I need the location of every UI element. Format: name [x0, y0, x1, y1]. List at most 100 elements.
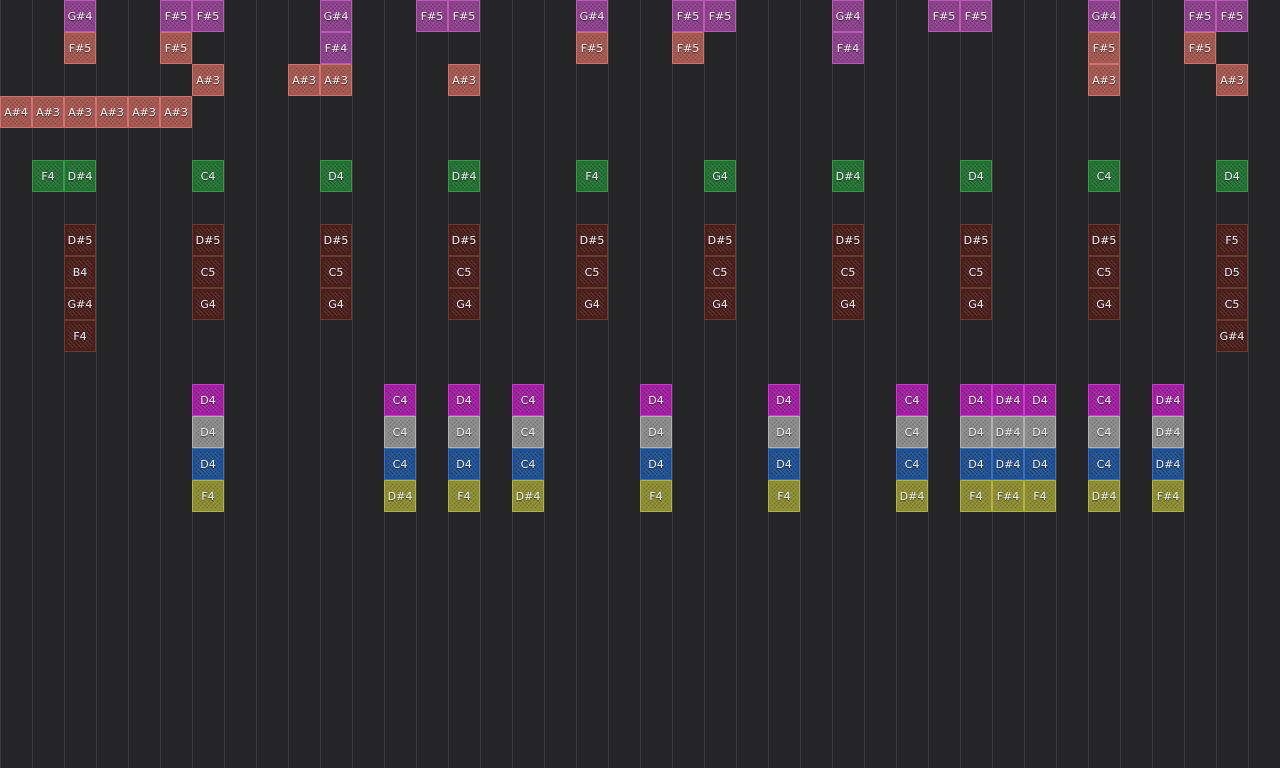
- note-block[interactable]: G4: [1088, 288, 1120, 320]
- note-block[interactable]: C5: [704, 256, 736, 288]
- note-block[interactable]: C5: [960, 256, 992, 288]
- note-block[interactable]: A#3: [1216, 64, 1248, 96]
- note-block[interactable]: D4: [1216, 160, 1248, 192]
- note-block[interactable]: F#5: [672, 0, 704, 32]
- note-block[interactable]: D4: [640, 384, 672, 416]
- note-block[interactable]: D4: [192, 416, 224, 448]
- note-block[interactable]: D#5: [960, 224, 992, 256]
- note-block[interactable]: A#3: [32, 96, 64, 128]
- note-block[interactable]: D#4: [1152, 448, 1184, 480]
- note-block[interactable]: C5: [192, 256, 224, 288]
- note-block[interactable]: C5: [832, 256, 864, 288]
- note-block[interactable]: D4: [960, 384, 992, 416]
- note-block[interactable]: D#5: [64, 224, 96, 256]
- note-block[interactable]: D4: [960, 416, 992, 448]
- note-block[interactable]: G4: [704, 160, 736, 192]
- note-block[interactable]: C4: [896, 384, 928, 416]
- note-block[interactable]: D4: [192, 384, 224, 416]
- note-block[interactable]: F#5: [160, 32, 192, 64]
- note-block[interactable]: C4: [384, 384, 416, 416]
- note-block[interactable]: D#4: [992, 448, 1024, 480]
- note-block[interactable]: F#5: [960, 0, 992, 32]
- note-block[interactable]: F4: [1024, 480, 1056, 512]
- note-block[interactable]: A#3: [128, 96, 160, 128]
- note-block[interactable]: F#5: [1216, 0, 1248, 32]
- note-block[interactable]: A#4: [0, 96, 32, 128]
- note-block[interactable]: D#5: [1088, 224, 1120, 256]
- note-block[interactable]: F#5: [672, 32, 704, 64]
- note-block[interactable]: C4: [512, 416, 544, 448]
- note-block[interactable]: D4: [768, 448, 800, 480]
- note-block[interactable]: G4: [576, 288, 608, 320]
- note-block[interactable]: C4: [1088, 160, 1120, 192]
- note-block[interactable]: G4: [704, 288, 736, 320]
- note-block[interactable]: F#5: [576, 32, 608, 64]
- note-block[interactable]: G#4: [64, 288, 96, 320]
- note-block[interactable]: C4: [192, 160, 224, 192]
- note-block[interactable]: G4: [960, 288, 992, 320]
- note-block[interactable]: F4: [448, 480, 480, 512]
- note-block[interactable]: D4: [1024, 448, 1056, 480]
- note-block[interactable]: F4: [64, 320, 96, 352]
- note-block[interactable]: F#5: [416, 0, 448, 32]
- note-block[interactable]: D#4: [1152, 384, 1184, 416]
- note-block[interactable]: G#4: [576, 0, 608, 32]
- note-block[interactable]: C4: [512, 448, 544, 480]
- note-block[interactable]: A#3: [1088, 64, 1120, 96]
- note-block[interactable]: D#5: [832, 224, 864, 256]
- note-block[interactable]: D#5: [704, 224, 736, 256]
- note-block[interactable]: F#4: [320, 32, 352, 64]
- note-block[interactable]: D#5: [320, 224, 352, 256]
- note-block[interactable]: F#5: [192, 0, 224, 32]
- note-block[interactable]: F4: [576, 160, 608, 192]
- note-block[interactable]: D#4: [1088, 480, 1120, 512]
- note-block[interactable]: D#4: [448, 160, 480, 192]
- note-block[interactable]: D4: [768, 416, 800, 448]
- note-block[interactable]: D#4: [896, 480, 928, 512]
- note-block[interactable]: D#4: [384, 480, 416, 512]
- note-block[interactable]: D4: [960, 160, 992, 192]
- note-block[interactable]: F#4: [1152, 480, 1184, 512]
- note-block[interactable]: D5: [1216, 256, 1248, 288]
- note-block[interactable]: D4: [640, 448, 672, 480]
- note-block[interactable]: C4: [896, 416, 928, 448]
- note-block[interactable]: C4: [1088, 416, 1120, 448]
- note-block[interactable]: D#5: [192, 224, 224, 256]
- note-block[interactable]: F4: [960, 480, 992, 512]
- note-block[interactable]: F#5: [928, 0, 960, 32]
- note-block[interactable]: F#5: [160, 0, 192, 32]
- note-block[interactable]: G4: [192, 288, 224, 320]
- note-block[interactable]: D4: [448, 384, 480, 416]
- note-block[interactable]: G#4: [64, 0, 96, 32]
- note-block[interactable]: G4: [320, 288, 352, 320]
- note-block[interactable]: F#5: [1088, 32, 1120, 64]
- note-block[interactable]: C5: [1088, 256, 1120, 288]
- note-block[interactable]: A#3: [320, 64, 352, 96]
- note-block[interactable]: F#5: [704, 0, 736, 32]
- note-block[interactable]: C4: [512, 384, 544, 416]
- note-block[interactable]: D4: [192, 448, 224, 480]
- note-block[interactable]: D4: [448, 448, 480, 480]
- note-block[interactable]: C4: [1088, 384, 1120, 416]
- note-block[interactable]: C4: [384, 448, 416, 480]
- note-block[interactable]: F#5: [448, 0, 480, 32]
- note-block[interactable]: D#4: [832, 160, 864, 192]
- note-block[interactable]: D#5: [448, 224, 480, 256]
- note-block[interactable]: F4: [192, 480, 224, 512]
- note-block[interactable]: C5: [576, 256, 608, 288]
- note-block[interactable]: G#4: [1216, 320, 1248, 352]
- note-block[interactable]: D4: [768, 384, 800, 416]
- note-block[interactable]: D4: [1024, 416, 1056, 448]
- note-block[interactable]: A#3: [288, 64, 320, 96]
- note-block[interactable]: F4: [640, 480, 672, 512]
- note-block[interactable]: F#4: [992, 480, 1024, 512]
- note-block[interactable]: G4: [832, 288, 864, 320]
- note-block[interactable]: C5: [320, 256, 352, 288]
- note-block[interactable]: F#5: [1184, 0, 1216, 32]
- note-block[interactable]: F4: [768, 480, 800, 512]
- note-block[interactable]: G#4: [320, 0, 352, 32]
- note-block[interactable]: D#4: [64, 160, 96, 192]
- note-block[interactable]: F#4: [832, 32, 864, 64]
- note-block[interactable]: G4: [448, 288, 480, 320]
- note-block[interactable]: A#3: [64, 96, 96, 128]
